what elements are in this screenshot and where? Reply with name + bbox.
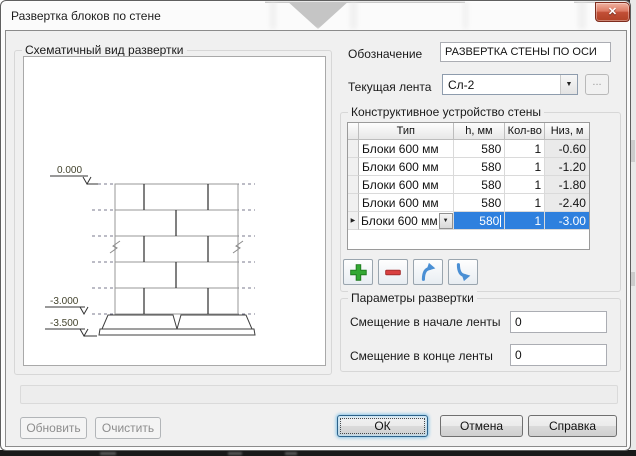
low-cell[interactable]: -3.00	[545, 212, 589, 230]
table-header-row: Тип h, мм Кол-во Низ, м	[348, 123, 589, 140]
type-cell-value: Блоки 600 мм	[361, 214, 438, 228]
table-row[interactable]: Блоки 600 мм 580 1 -1.20	[348, 158, 589, 176]
count-cell[interactable]: 1	[505, 158, 545, 176]
row-selector-cell[interactable]	[348, 176, 359, 194]
table-row-selected[interactable]: ▶ Блоки 600 мм ▼ 580 1 -3.00	[348, 212, 589, 230]
designation-label: Обозначение	[348, 47, 422, 61]
clear-button[interactable]: Очистить	[95, 417, 161, 439]
elevation-label: -3.000	[50, 296, 79, 307]
cancel-button[interactable]: Отмена	[440, 415, 523, 437]
arrow-down-icon	[452, 261, 474, 283]
current-row-marker-icon: ▶	[351, 218, 356, 224]
column-header-low[interactable]: Низ, м	[545, 123, 589, 140]
wall-development-drawing: 0.000 -3.000 -3.500	[24, 57, 325, 365]
designation-input[interactable]	[440, 42, 611, 62]
end-offset-label: Смещение в конце ленты	[350, 349, 493, 363]
row-selector-cell[interactable]	[348, 194, 359, 212]
move-row-down-button[interactable]	[448, 259, 478, 285]
combo-dropdown-button[interactable]: ▼	[560, 75, 577, 94]
add-row-button[interactable]	[343, 259, 373, 285]
low-cell[interactable]: -1.80	[545, 176, 589, 194]
column-header-type[interactable]: Тип	[359, 123, 454, 140]
dialog-title: Развертка блоков по стене	[11, 9, 161, 23]
current-strip-label: Текущая лента	[348, 80, 431, 94]
table-row[interactable]: Блоки 600 мм 580 1 -0.60	[348, 140, 589, 158]
schematic-group-label: Схематичный вид развертки	[22, 43, 187, 57]
block-courses-table: Тип h, мм Кол-во Низ, м Блоки 600 мм 580…	[347, 122, 590, 250]
close-icon: ✕	[608, 7, 617, 18]
type-cell[interactable]: Блоки 600 мм	[359, 158, 454, 176]
chevron-down-icon: ▼	[566, 81, 573, 88]
start-offset-label: Смещение в начале ленты	[350, 315, 500, 329]
height-cell[interactable]: 580	[454, 140, 506, 158]
count-cell[interactable]: 1	[505, 176, 545, 194]
row-selector-cell[interactable]	[348, 158, 359, 176]
status-panel	[20, 385, 618, 404]
table-row[interactable]: Блоки 600 мм 580 1 -2.40	[348, 194, 589, 212]
low-cell[interactable]: -1.20	[545, 158, 589, 176]
structure-group-label: Конструктивное устройство стены	[348, 105, 544, 119]
schematic-canvas: 0.000 -3.000 -3.500	[23, 56, 326, 366]
elevation-label: -3.500	[50, 318, 79, 329]
elevation-mark-foundation-bottom: -3.500	[45, 318, 97, 336]
low-cell[interactable]: -2.40	[545, 194, 589, 212]
height-cell-editing[interactable]: 580	[454, 212, 506, 230]
height-cell[interactable]: 580	[454, 176, 506, 194]
column-header-count[interactable]: Кол-во	[505, 123, 545, 140]
elevation-mark-top: 0.000	[50, 165, 98, 184]
text-caret	[500, 215, 501, 227]
chevron-down-icon: ▼	[443, 218, 449, 224]
background-artifact	[100, 452, 116, 455]
parameters-group-label: Параметры развертки	[348, 291, 477, 305]
type-cell[interactable]: Блоки 600 мм	[359, 140, 454, 158]
current-strip-combobox[interactable]: Сл-2 ▼	[442, 74, 578, 95]
type-cell-dropdown-button[interactable]: ▼	[439, 213, 453, 229]
current-strip-value: Сл-2	[443, 78, 560, 92]
move-row-up-button[interactable]	[413, 259, 443, 285]
elevation-label: 0.000	[57, 165, 82, 176]
row-selector-header	[348, 123, 359, 140]
height-cell[interactable]: 580	[454, 158, 506, 176]
screen: Развертка блоков по стене ✕ Схематичный …	[0, 0, 636, 456]
help-button[interactable]: Справка	[528, 415, 617, 437]
height-cell[interactable]: 580	[454, 194, 506, 212]
row-selector-cell[interactable]	[348, 140, 359, 158]
close-button[interactable]: ✕	[595, 2, 630, 22]
start-offset-input[interactable]	[510, 311, 607, 333]
browse-strip-button[interactable]: ...	[585, 74, 609, 95]
background-artifact	[285, 452, 297, 455]
count-cell[interactable]: 1	[505, 194, 545, 212]
remove-row-button[interactable]	[378, 259, 408, 285]
table-row[interactable]: Блоки 600 мм 580 1 -1.80	[348, 176, 589, 194]
count-cell[interactable]: 1	[505, 212, 545, 230]
row-selector-cell[interactable]: ▶	[348, 212, 359, 230]
count-cell[interactable]: 1	[505, 140, 545, 158]
minus-icon	[382, 261, 404, 283]
focus-ring	[340, 418, 425, 434]
arrow-up-icon	[417, 261, 439, 283]
elevation-mark-wall-bottom: -3.000	[45, 296, 88, 314]
type-cell[interactable]: Блоки 600 мм	[359, 176, 454, 194]
low-cell[interactable]: -0.60	[545, 140, 589, 158]
end-offset-input[interactable]	[510, 344, 607, 366]
column-header-height[interactable]: h, мм	[454, 123, 506, 140]
update-button[interactable]: Обновить	[20, 417, 87, 439]
height-cell-value: 580	[479, 214, 499, 228]
ok-button[interactable]: ОК	[337, 415, 428, 437]
type-cell[interactable]: Блоки 600 мм	[359, 194, 454, 212]
plus-icon	[347, 261, 369, 283]
background-artifact	[228, 452, 242, 455]
type-cell-editor[interactable]: Блоки 600 мм ▼	[359, 212, 454, 230]
